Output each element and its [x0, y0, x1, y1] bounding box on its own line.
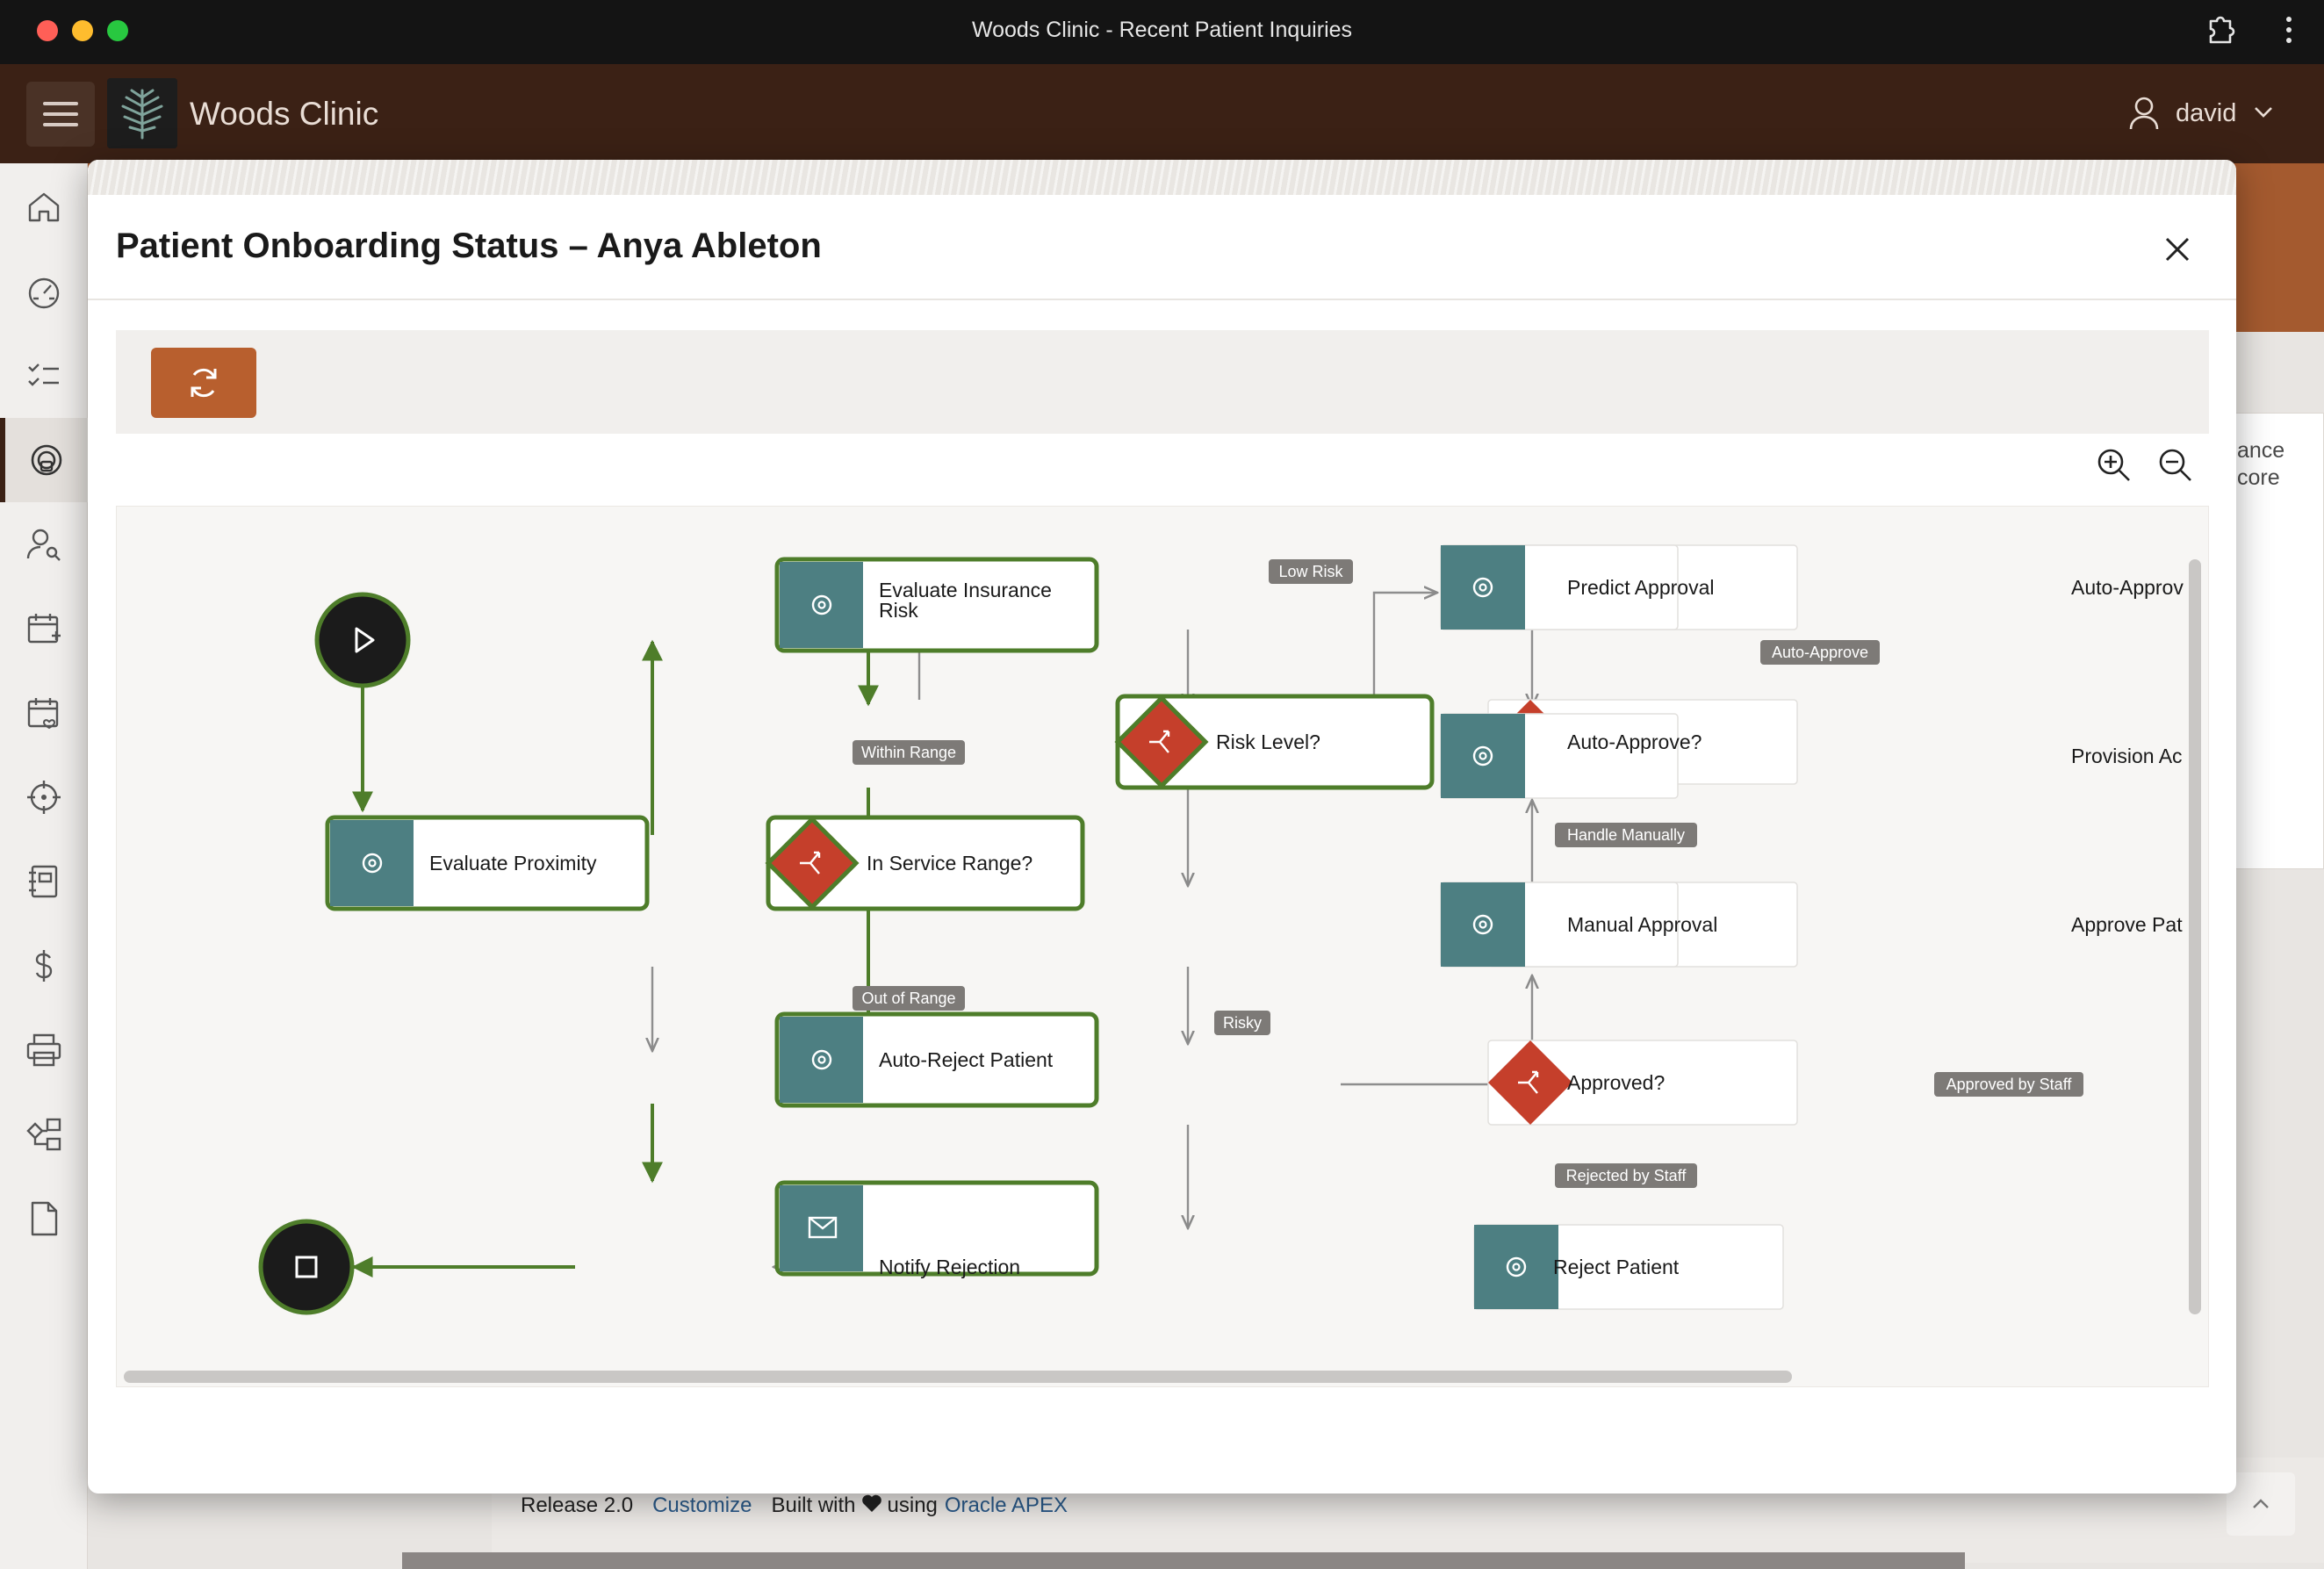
edge-label-low-risk: Low Risk — [1278, 563, 1343, 580]
zoom-out-button[interactable] — [2156, 446, 2193, 483]
refresh-icon — [191, 368, 217, 398]
node-label: Predict Approval — [1567, 576, 1714, 599]
sidebar-item-schedule[interactable] — [0, 587, 88, 671]
sidebar-item-inquiries[interactable] — [0, 418, 88, 502]
user-icon[interactable] — [2128, 96, 2160, 131]
sidebar-item-workflows[interactable] — [0, 1092, 88, 1177]
sidebar-item-patients[interactable] — [0, 502, 88, 587]
task-provision-account[interactable] — [1440, 713, 1679, 799]
node-label: Approve Pat — [2071, 913, 2183, 936]
sidebar-item-records[interactable] — [0, 839, 88, 924]
edge-label-rejected-by-staff: Rejected by Staff — [1566, 1167, 1687, 1184]
footer-using: using — [887, 1493, 938, 1517]
node-label: In Service Range? — [867, 852, 1032, 874]
dashboard-icon — [28, 277, 60, 309]
sidebar-item-locations[interactable] — [0, 755, 88, 839]
dialog-toolbar — [116, 330, 2209, 434]
user-name[interactable]: david — [2176, 99, 2236, 128]
dialog-pattern-strip — [88, 160, 2236, 195]
checklist-icon — [28, 363, 59, 386]
node-label: Auto-Reject Patient — [879, 1048, 1054, 1071]
window-title: Woods Clinic - Recent Patient Inquiries — [971, 18, 1353, 42]
node-label: Notify Rejection — [879, 1256, 1020, 1278]
chevron-down-icon[interactable] — [2253, 105, 2274, 119]
inquiries-icon — [31, 444, 62, 476]
document-icon — [31, 1201, 58, 1236]
chevron-up-icon — [2253, 1499, 2269, 1508]
edge-label-risky: Risky — [1223, 1014, 1262, 1032]
close-dialog-button[interactable] — [2158, 230, 2197, 269]
sidebar-item-billing[interactable] — [0, 924, 88, 1008]
patient-search-icon — [26, 529, 61, 561]
refresh-button[interactable] — [151, 348, 256, 418]
edge-label-handle-manually: Handle Manually — [1567, 826, 1685, 844]
footer-customize-link[interactable]: Customize — [652, 1493, 752, 1518]
footer-text: Release 2.0 Customize Built with using O… — [521, 1493, 1068, 1518]
sidebar — [0, 163, 88, 1569]
patient-onboarding-dialog: Patient Onboarding Status – Anya Ableton — [88, 160, 2236, 1493]
workflow-diagram-canvas[interactable]: Evaluate Insurance Risk Evaluate Proximi… — [116, 506, 2209, 1387]
node-label: Reject Patient — [1553, 1256, 1680, 1278]
sidebar-item-appointments[interactable] — [0, 671, 88, 755]
dollar-icon — [35, 950, 53, 982]
node-label: Risk Level? — [1216, 731, 1320, 753]
sidebar-item-documents[interactable] — [0, 1177, 88, 1261]
edge-label-within-range: Within Range — [861, 744, 956, 761]
scroll-to-top-button[interactable] — [2227, 1472, 2295, 1536]
start-event[interactable] — [314, 592, 411, 688]
background-card-text: ance core — [2237, 438, 2285, 490]
node-label-cont: Risk — [879, 599, 918, 622]
menu-toggle-button[interactable] — [26, 82, 95, 147]
calendar-check-icon — [27, 698, 59, 730]
task-evaluate-insurance-risk[interactable] — [774, 557, 1099, 653]
sidebar-item-home[interactable] — [0, 165, 88, 249]
footer-apex-link[interactable]: Oracle APEX — [945, 1493, 1068, 1518]
sidebar-item-reports[interactable] — [0, 1008, 88, 1092]
node-label: Auto-Approv — [2071, 576, 2184, 599]
target-icon — [27, 781, 61, 814]
node-label: Auto-Approve? — [1567, 731, 1702, 753]
workflow-diagram: Evaluate Insurance Risk Evaluate Proximi… — [258, 544, 2184, 1315]
edge-label-out-of-range: Out of Range — [861, 990, 955, 1007]
printer-icon — [26, 1033, 61, 1067]
more-vertical-icon[interactable] — [2276, 14, 2302, 46]
extensions-icon[interactable] — [2205, 14, 2237, 46]
heart-icon — [861, 1494, 881, 1512]
node-label: Provision Ac — [2071, 745, 2183, 767]
footer-release: Release 2.0 — [521, 1493, 634, 1517]
end-event[interactable] — [258, 1219, 355, 1315]
sidebar-item-tasks[interactable] — [0, 334, 88, 418]
zoom-in-button[interactable] — [2095, 446, 2132, 483]
notebook-icon — [29, 865, 58, 898]
sidebar-item-dashboard[interactable] — [0, 249, 88, 334]
app-header: Woods Clinic david — [0, 64, 2324, 163]
node-label: Manual Approval — [1567, 913, 1717, 936]
footer-built-with: Built with — [771, 1493, 856, 1517]
edge-label-auto-approve: Auto-Approve — [1772, 644, 1868, 661]
diagram-vertical-scrollbar[interactable] — [2189, 559, 2201, 1314]
diagram-horizontal-scrollbar[interactable] — [124, 1371, 1792, 1383]
calendar-add-icon — [27, 614, 61, 644]
home-icon — [28, 192, 60, 222]
node-label: Approved? — [1567, 1071, 1665, 1094]
node-label: Evaluate Proximity — [429, 852, 597, 874]
clinic-logo-icon — [107, 78, 177, 148]
background-stripe — [402, 1552, 1965, 1569]
app-name[interactable]: Woods Clinic — [190, 96, 378, 133]
edge-label-approved-by-staff: Approved by Staff — [1946, 1076, 2073, 1093]
window-titlebar: Woods Clinic - Recent Patient Inquiries — [0, 0, 2324, 64]
dialog-title: Patient Onboarding Status – Anya Ableton — [116, 227, 822, 265]
workflow-icon — [26, 1118, 61, 1151]
